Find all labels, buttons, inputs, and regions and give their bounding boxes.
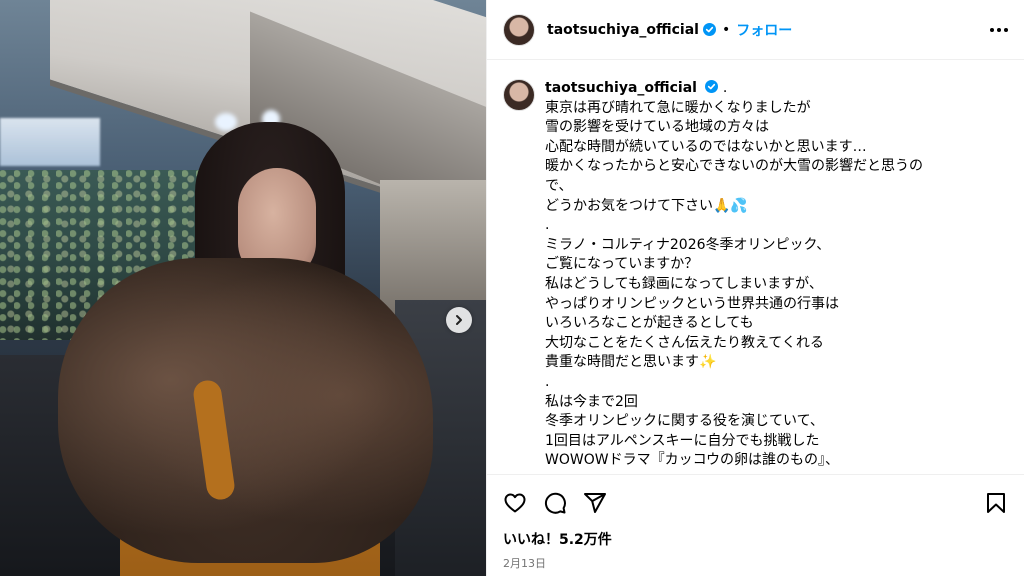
caption-line: 私はどうしても録画になってしまいますが、 [545,275,823,292]
caption-line: 貴重な時間だと思います✨ [545,354,717,371]
share-icon[interactable] [583,491,607,515]
caption-username[interactable]: taotsuchiya_official [545,80,697,96]
post-media[interactable] [0,0,486,576]
caption-line: . [545,217,550,234]
caption-line: 東京は再び晴れて急に暖かくなりましたが [545,99,811,116]
avatar[interactable] [503,13,535,46]
verified-badge-icon [702,23,716,36]
caption-line: で、 [545,177,573,194]
verified-badge-icon [705,80,719,93]
chevron-right-icon [456,315,462,325]
caption-line: 1回目はアルペンスキーに自分でも挑戦した [545,432,820,449]
caption-line: 大切なことをたくさん伝えたり教えてくれる [545,334,824,351]
caption-line: やっぱりオリンピックという世界共通の行事は [545,295,839,312]
caption-avatar[interactable] [503,79,535,111]
post-actions: いいね！5.2万件 2月13日 [487,474,1024,576]
post-date[interactable]: 2月13日 [487,555,1024,571]
caption-line: どうかお気をつけて下さい🙏💦 [545,197,748,214]
comment-icon[interactable] [543,491,567,515]
heart-icon[interactable] [503,491,527,515]
header-separator: • [721,21,731,38]
caption-line: . [545,373,550,390]
caption-line: WOWOWドラマ『カッコウの卵は誰のもの』、 [545,452,840,469]
post-side-panel: taotsuchiya_official • フォロー taotsuchiya_… [486,0,1024,576]
caption-body: taotsuchiya_official . 東京は再び晴れて急に暖かくなりまし… [545,79,975,471]
next-image-button[interactable] [446,307,472,333]
header-username[interactable]: taotsuchiya_official [547,22,699,38]
caption-line: 私は今まで2回 [545,393,638,410]
likes-count[interactable]: いいね！5.2万件 [487,529,1024,549]
caption-line: 暖かくなったからと安心できないのが大雪の影響だと思うの [545,158,923,175]
post-header: taotsuchiya_official • フォロー [487,0,1024,60]
fur-stole [58,258,433,563]
caption-line: 雪の影響を受けている地域の方々は [545,119,769,136]
caption-line: 心配な時間が続いているのではないかと思います… [545,138,867,155]
caption-line: . [722,80,728,96]
follow-button[interactable]: フォロー [736,20,792,40]
stadium-light [0,118,100,166]
caption-area: taotsuchiya_official . 東京は再び晴れて急に暖かくなりまし… [487,61,1024,474]
caption-line: ミラノ・コルティナ2026冬季オリンピック、 [545,236,831,253]
caption-line: いろいろなことが起きるとしても [545,315,754,332]
caption-line: ご覧になっていますか？ [545,256,699,273]
more-options-icon[interactable] [990,27,1008,32]
bookmark-icon[interactable] [984,491,1008,515]
caption-line: 冬季オリンピックに関する役を演じていて、 [545,413,824,430]
